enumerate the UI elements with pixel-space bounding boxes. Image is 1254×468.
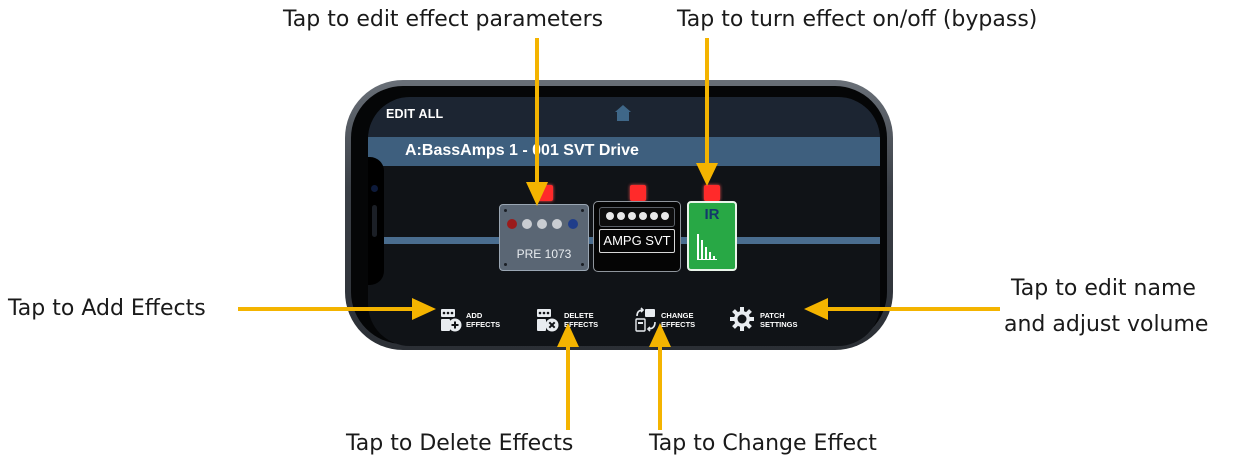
bypass-led-ampg-svt[interactable] xyxy=(630,185,646,201)
bypass-led-pre1073[interactable] xyxy=(537,185,553,201)
patch-name: A:BassAmps 1 - 001 SVT Drive xyxy=(405,142,639,159)
knob xyxy=(537,219,547,229)
effect-label: PRE 1073 xyxy=(516,247,572,261)
knob xyxy=(617,212,625,220)
screw xyxy=(504,209,507,212)
effect-label: AMPG SVT xyxy=(599,229,675,253)
effect-ampg-svt[interactable]: AMPG SVT xyxy=(593,201,681,272)
add-effects-button[interactable]: ADD EFFECTS xyxy=(440,307,530,337)
callout-edit-parameters: Tap to edit effect parameters xyxy=(283,7,604,32)
camera-notch xyxy=(368,157,384,285)
change-effects-button[interactable]: CHANGE EFFECTS xyxy=(635,307,725,337)
phone-bezel: EDIT ALL A:BassAmps 1 - 001 SVT Drive PR… xyxy=(351,86,887,346)
knob xyxy=(661,212,669,220)
screw xyxy=(504,263,507,266)
app-screen: EDIT ALL A:BassAmps 1 - 001 SVT Drive PR… xyxy=(368,97,880,346)
knob xyxy=(650,212,658,220)
delete-effects-label-1: DELETE xyxy=(564,311,594,320)
impulse-bar xyxy=(697,258,717,260)
screw xyxy=(581,263,584,266)
screw xyxy=(581,209,584,212)
gear-icon xyxy=(730,307,754,331)
effect-label: IR xyxy=(704,206,720,223)
add-effects-label-1: ADD xyxy=(466,311,483,320)
top-bar: EDIT ALL xyxy=(368,97,880,137)
effect-pre1073[interactable]: PRE 1073 xyxy=(499,204,589,271)
patch-settings-label-2: SETTINGS xyxy=(760,320,798,329)
knob xyxy=(522,219,532,229)
add-effects-label-2: EFFECTS xyxy=(466,320,501,329)
knob-red xyxy=(507,219,517,229)
speaker-grille xyxy=(372,205,377,237)
impulse-bar xyxy=(697,234,699,260)
change-effects-label-2: EFFECTS xyxy=(661,320,696,329)
callout-change-effect: Tap to Change Effect xyxy=(649,431,877,456)
callout-add-effects: Tap to Add Effects xyxy=(8,296,206,321)
knob xyxy=(552,219,562,229)
patch-settings-label-1: PATCH xyxy=(760,311,785,320)
callout-delete-effects: Tap to Delete Effects xyxy=(346,431,574,456)
callout-bypass: Tap to turn effect on/off (bypass) xyxy=(677,7,1038,32)
knob-blue xyxy=(568,219,578,229)
effect-ir[interactable]: IR xyxy=(687,201,737,271)
phone-frame: EDIT ALL A:BassAmps 1 - 001 SVT Drive PR… xyxy=(345,80,893,350)
add-effects-icon xyxy=(441,309,462,332)
knob xyxy=(606,212,614,220)
knob xyxy=(639,212,647,220)
delete-effects-label-2: EFFECTS xyxy=(564,320,599,329)
camera-icon xyxy=(371,185,378,192)
impulse-bar xyxy=(701,240,703,260)
knob xyxy=(628,212,636,220)
delete-effects-icon xyxy=(537,309,559,332)
delete-effects-button[interactable]: DELETE EFFECTS xyxy=(536,307,626,337)
change-effects-label-1: CHANGE xyxy=(661,311,694,320)
callout-edit-name-line2: and adjust volume xyxy=(1004,312,1209,337)
change-effects-icon xyxy=(635,307,656,332)
callout-edit-name-line1: Tap to edit name xyxy=(1011,276,1196,301)
home-icon[interactable] xyxy=(614,104,632,122)
amp-control-panel xyxy=(599,207,675,227)
patch-name-bar[interactable]: A:BassAmps 1 - 001 SVT Drive xyxy=(368,137,880,166)
patch-settings-button[interactable]: PATCH SETTINGS xyxy=(730,307,830,337)
bypass-led-ir[interactable] xyxy=(704,185,720,201)
edit-all-button[interactable]: EDIT ALL xyxy=(386,107,443,121)
